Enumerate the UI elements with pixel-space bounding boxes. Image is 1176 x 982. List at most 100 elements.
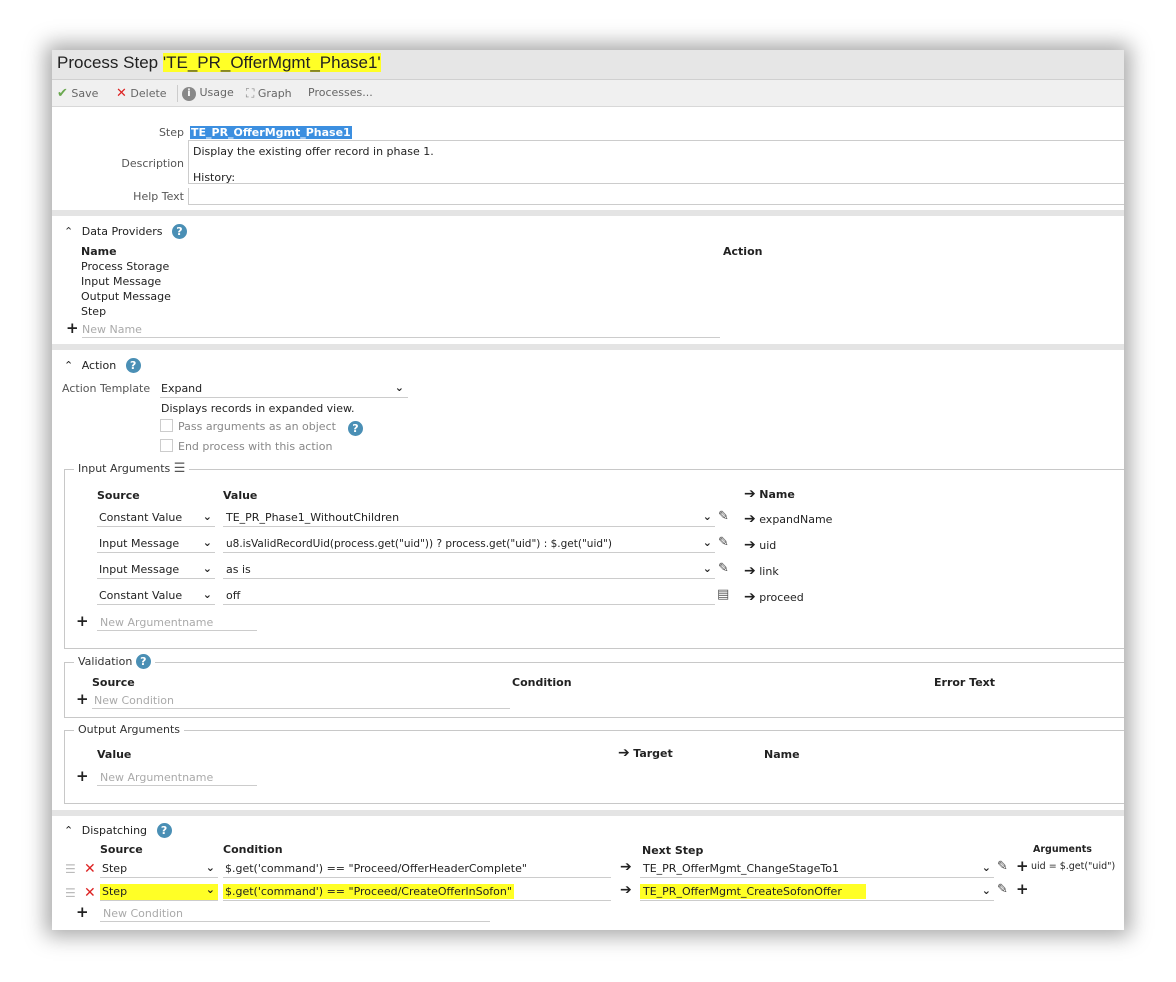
input-args-col-value: Value [223, 489, 258, 502]
chevron-down-icon: ⌄ [981, 861, 991, 874]
add-icon[interactable]: + [66, 319, 79, 337]
input-arg-source-select[interactable]: Input Message ⌄ [97, 562, 215, 579]
input-arg-name-value[interactable]: link [759, 565, 778, 578]
pass-args-checkbox[interactable] [160, 419, 173, 432]
dispatch-source-select[interactable]: Step ⌄ [100, 883, 218, 901]
help-icon[interactable]: ? [348, 421, 363, 436]
data-providers-title: Data Providers [81, 225, 163, 238]
description-field[interactable]: Display the existing offer record in pha… [188, 140, 1124, 184]
help-icon[interactable]: ? [125, 358, 141, 373]
input-arg-name-value[interactable]: uid [759, 539, 776, 552]
delete-x-icon[interactable]: ✕ [84, 861, 96, 877]
description-line-2: History: [193, 171, 236, 184]
dispatching-title: Dispatching [81, 824, 148, 837]
add-argument-icon[interactable]: + [1016, 857, 1029, 875]
dispatch-next-step-select[interactable]: TE_PR_OfferMgmt_ChangeStageTo1 ⌄ [640, 861, 994, 878]
input-arg-value-select[interactable]: as is ⌄ [223, 562, 715, 579]
delete-label: Delete [130, 87, 167, 100]
delete-x-icon: ✕ [116, 86, 127, 101]
edit-pencil-icon[interactable]: ✎ [718, 535, 729, 550]
arrow-right-icon: ➔ [744, 537, 756, 553]
dispatching-header[interactable]: ⌃ Dispatching ? [64, 823, 172, 838]
input-arg-value-select[interactable]: u8.isValidRecordUid(process.get("uid")) … [223, 537, 715, 553]
text-editor-icon[interactable]: ▤ [717, 587, 729, 602]
data-providers-header[interactable]: ⌃ Data Providers ? [64, 224, 187, 239]
info-icon: i [182, 87, 196, 101]
input-args-col-name: ➔ Name [744, 486, 795, 502]
edit-pencil-icon[interactable]: ✎ [718, 561, 729, 576]
save-button[interactable]: ✔ Save [57, 86, 98, 101]
chevron-down-icon: ⌄ [702, 510, 712, 523]
input-arg-value-select[interactable]: TE_PR_Phase1_WithoutChildren ⌄ [223, 510, 715, 527]
step-label: Step [158, 126, 184, 139]
input-arg-name: ➔ proceed [744, 589, 804, 605]
delete-button[interactable]: ✕ Delete [116, 86, 167, 101]
new-output-argument-input[interactable]: New Argumentname [97, 771, 257, 786]
list-item[interactable]: Step [81, 305, 106, 318]
add-icon[interactable]: + [76, 903, 89, 921]
action-title: Action [81, 359, 117, 372]
input-arg-source-select[interactable]: Constant Value ⌄ [97, 510, 215, 527]
chevron-down-icon: ⌄ [202, 588, 212, 601]
add-icon[interactable]: + [76, 612, 89, 630]
action-template-select[interactable]: Expand ⌄ [160, 381, 408, 398]
dispatch-argument[interactable]: uid = $.get("uid") [1031, 861, 1115, 872]
dispatch-condition-value: $.get('command') == "Proceed/CreateOffer… [223, 884, 514, 899]
edit-pencil-icon[interactable]: ✎ [997, 882, 1008, 897]
input-arg-value: off [226, 589, 241, 602]
list-item[interactable]: Input Message [81, 275, 161, 288]
dispatch-source-select[interactable]: Step ⌄ [100, 861, 218, 878]
input-arg-name-value[interactable]: expandName [759, 513, 832, 526]
dispatch-condition-input[interactable]: $.get('command') == "Proceed/OfferHeader… [223, 862, 611, 878]
list-icon[interactable]: ☰ [174, 461, 186, 476]
add-icon[interactable]: + [76, 690, 89, 708]
new-data-provider-input[interactable]: New Name [82, 323, 720, 338]
drag-handle-icon[interactable]: ☰ [65, 862, 76, 876]
end-process-checkbox[interactable] [160, 439, 173, 452]
arrow-right-icon: ➔ [744, 511, 756, 527]
new-dispatch-condition-input[interactable]: New Condition [100, 907, 490, 922]
graph-button[interactable]: ⛶ Graph [246, 86, 292, 101]
graph-icon: ⛶ [246, 86, 255, 100]
delete-x-icon[interactable]: ✕ [84, 885, 96, 901]
chevron-down-icon: ⌄ [202, 562, 212, 575]
dispatching-col-next-step: Next Step [642, 844, 704, 857]
processes-button[interactable]: Processes... [308, 86, 373, 99]
save-label: Save [71, 87, 99, 100]
title-step-name: 'TE_PR_OfferMgmt_Phase1' [162, 53, 381, 72]
step-name-input[interactable]: TE_PR_OfferMgmt_Phase1 [190, 126, 352, 139]
drag-handle-icon[interactable]: ☰ [65, 886, 76, 900]
add-icon[interactable]: + [76, 767, 89, 785]
action-template-value: Expand [161, 382, 203, 395]
help-icon[interactable]: ? [135, 654, 151, 669]
edit-pencil-icon[interactable]: ✎ [997, 859, 1008, 874]
input-arg-value: as is [226, 563, 251, 576]
input-arg-name-value[interactable]: proceed [759, 591, 804, 604]
input-arg-source-value: Input Message [99, 537, 180, 550]
dispatch-next-step-select[interactable]: TE_PR_OfferMgmt_CreateSofonOffer ⌄ [640, 884, 994, 901]
action-header[interactable]: ⌃ Action ? [64, 358, 141, 373]
dispatch-condition-input[interactable]: $.get('command') == "Proceed/CreateOffer… [223, 884, 611, 901]
input-arg-source-select[interactable]: Constant Value ⌄ [97, 588, 215, 605]
list-item[interactable]: Process Storage [81, 260, 169, 273]
input-arg-value: TE_PR_Phase1_WithoutChildren [226, 511, 400, 524]
help-icon[interactable]: ? [156, 823, 172, 838]
help-text-field[interactable] [188, 188, 1124, 205]
input-arg-value-input[interactable]: off [223, 589, 715, 605]
help-icon[interactable]: ? [172, 224, 187, 239]
new-input-argument-input[interactable]: New Argumentname [97, 616, 257, 631]
input-arg-source-select[interactable]: Input Message ⌄ [97, 536, 215, 553]
list-item[interactable]: Output Message [81, 290, 171, 303]
section-divider [52, 210, 1124, 216]
output-arguments-legend: Output Arguments [74, 723, 185, 736]
usage-button[interactable]: i Usage [182, 86, 234, 101]
validation-col-condition: Condition [512, 676, 572, 689]
chevron-up-icon: ⌃ [64, 824, 74, 837]
edit-pencil-icon[interactable]: ✎ [718, 509, 729, 524]
input-args-col-name-label: Name [759, 488, 795, 501]
output-args-col-target: ➔ Target [618, 745, 673, 761]
section-divider [52, 810, 1124, 816]
arrow-right-icon: ➔ [744, 486, 756, 502]
new-validation-condition-input[interactable]: New Condition [92, 694, 510, 709]
add-argument-icon[interactable]: + [1016, 880, 1029, 898]
